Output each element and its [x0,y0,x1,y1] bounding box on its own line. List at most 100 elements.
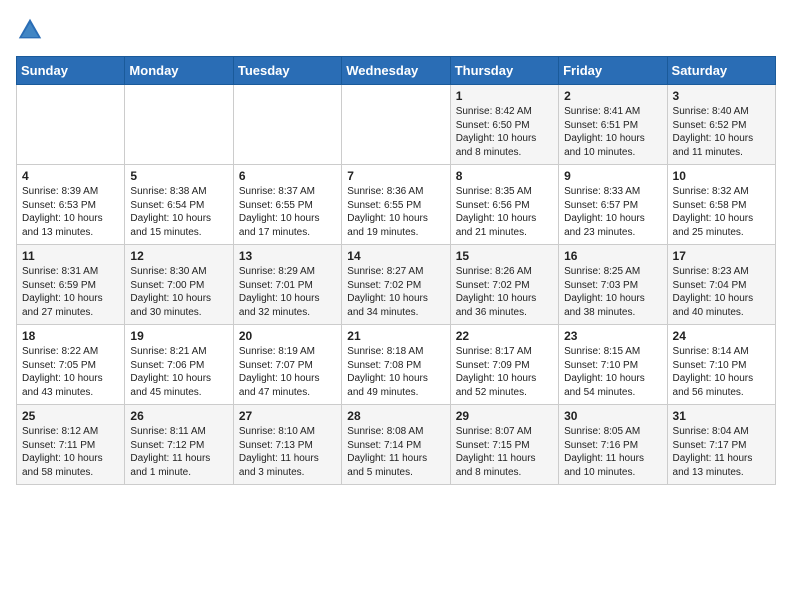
calendar-cell: 14 Sunrise: 8:27 AM Sunset: 7:02 PM Dayli… [342,245,450,325]
day-number: 17 [673,249,770,263]
cell-content: Sunrise: 8:23 AM Sunset: 7:04 PM Dayligh… [673,265,770,319]
cell-content: Sunrise: 8:30 AM Sunset: 7:00 PM Dayligh… [130,265,227,319]
day-number: 14 [347,249,444,263]
day-number: 28 [347,409,444,423]
cell-content: Sunrise: 8:18 AM Sunset: 7:08 PM Dayligh… [347,345,444,399]
weekday-header-monday: Monday [125,57,233,85]
calendar-cell [17,85,125,165]
day-number: 7 [347,169,444,183]
weekday-header-thursday: Thursday [450,57,558,85]
cell-content: Sunrise: 8:14 AM Sunset: 7:10 PM Dayligh… [673,345,770,399]
weekday-header-sunday: Sunday [17,57,125,85]
cell-content: Sunrise: 8:19 AM Sunset: 7:07 PM Dayligh… [239,345,336,399]
day-number: 16 [564,249,661,263]
calendar-cell: 18 Sunrise: 8:22 AM Sunset: 7:05 PM Dayli… [17,325,125,405]
cell-content: Sunrise: 8:39 AM Sunset: 6:53 PM Dayligh… [22,185,119,239]
calendar-week-3: 11 Sunrise: 8:31 AM Sunset: 6:59 PM Dayli… [17,245,776,325]
calendar-cell [233,85,341,165]
cell-content: Sunrise: 8:21 AM Sunset: 7:06 PM Dayligh… [130,345,227,399]
cell-content: Sunrise: 8:31 AM Sunset: 6:59 PM Dayligh… [22,265,119,319]
day-number: 4 [22,169,119,183]
calendar-cell: 16 Sunrise: 8:25 AM Sunset: 7:03 PM Dayli… [559,245,667,325]
logo [16,16,48,44]
calendar-cell: 3Sunrise: 8:40 AM Sunset: 6:52 PM Daylig… [667,85,775,165]
calendar-cell [342,85,450,165]
calendar-cell: 25 Sunrise: 8:12 AM Sunset: 7:11 PM Dayli… [17,405,125,485]
cell-content: Sunrise: 8:26 AM Sunset: 7:02 PM Dayligh… [456,265,553,319]
cell-content: Sunrise: 8:41 AM Sunset: 6:51 PM Dayligh… [564,105,661,159]
calendar-cell: 8 Sunrise: 8:35 AM Sunset: 6:56 PM Daylig… [450,165,558,245]
calendar-cell: 27 Sunrise: 8:10 AM Sunset: 7:13 PM Dayli… [233,405,341,485]
day-number: 25 [22,409,119,423]
day-number: 27 [239,409,336,423]
calendar-cell: 20 Sunrise: 8:19 AM Sunset: 7:07 PM Dayli… [233,325,341,405]
calendar-cell: 11 Sunrise: 8:31 AM Sunset: 6:59 PM Dayli… [17,245,125,325]
calendar-cell [125,85,233,165]
cell-content: Sunrise: 8:22 AM Sunset: 7:05 PM Dayligh… [22,345,119,399]
cell-content: Sunrise: 8:33 AM Sunset: 6:57 PM Dayligh… [564,185,661,239]
day-number: 30 [564,409,661,423]
day-number: 15 [456,249,553,263]
day-number: 24 [673,329,770,343]
page-header [16,16,776,44]
calendar-cell: 9Sunrise: 8:33 AM Sunset: 6:57 PM Daylig… [559,165,667,245]
day-number: 2 [564,89,661,103]
weekday-header-row: SundayMondayTuesdayWednesdayThursdayFrid… [17,57,776,85]
calendar-week-2: 4 Sunrise: 8:39 AM Sunset: 6:53 PM Daylig… [17,165,776,245]
calendar-cell: 15 Sunrise: 8:26 AM Sunset: 7:02 PM Dayli… [450,245,558,325]
day-number: 19 [130,329,227,343]
calendar-cell: 5 Sunrise: 8:38 AM Sunset: 6:54 PM Daylig… [125,165,233,245]
calendar-cell: 17 Sunrise: 8:23 AM Sunset: 7:04 PM Dayli… [667,245,775,325]
calendar-cell: 21 Sunrise: 8:18 AM Sunset: 7:08 PM Dayli… [342,325,450,405]
day-number: 22 [456,329,553,343]
calendar-cell: 4 Sunrise: 8:39 AM Sunset: 6:53 PM Daylig… [17,165,125,245]
cell-content: Sunrise: 8:10 AM Sunset: 7:13 PM Dayligh… [239,425,336,479]
calendar-cell: 30Sunrise: 8:05 AM Sunset: 7:16 PM Dayli… [559,405,667,485]
calendar-cell: 23 Sunrise: 8:15 AM Sunset: 7:10 PM Dayli… [559,325,667,405]
weekday-header-saturday: Saturday [667,57,775,85]
day-number: 8 [456,169,553,183]
calendar-cell: 2 Sunrise: 8:41 AM Sunset: 6:51 PM Daylig… [559,85,667,165]
day-number: 10 [673,169,770,183]
logo-icon [16,16,44,44]
cell-content: Sunrise: 8:35 AM Sunset: 6:56 PM Dayligh… [456,185,553,239]
cell-content: Sunrise: 8:11 AM Sunset: 7:12 PM Dayligh… [130,425,227,479]
day-number: 20 [239,329,336,343]
calendar-cell: 28Sunrise: 8:08 AM Sunset: 7:14 PM Dayli… [342,405,450,485]
cell-content: Sunrise: 8:38 AM Sunset: 6:54 PM Dayligh… [130,185,227,239]
calendar-cell: 6Sunrise: 8:37 AM Sunset: 6:55 PM Daylig… [233,165,341,245]
calendar-week-5: 25 Sunrise: 8:12 AM Sunset: 7:11 PM Dayli… [17,405,776,485]
day-number: 6 [239,169,336,183]
cell-content: Sunrise: 8:32 AM Sunset: 6:58 PM Dayligh… [673,185,770,239]
weekday-header-friday: Friday [559,57,667,85]
cell-content: Sunrise: 8:40 AM Sunset: 6:52 PM Dayligh… [673,105,770,159]
calendar-cell: 29Sunrise: 8:07 AM Sunset: 7:15 PM Dayli… [450,405,558,485]
cell-content: Sunrise: 8:36 AM Sunset: 6:55 PM Dayligh… [347,185,444,239]
cell-content: Sunrise: 8:25 AM Sunset: 7:03 PM Dayligh… [564,265,661,319]
day-number: 1 [456,89,553,103]
calendar-cell: 7 Sunrise: 8:36 AM Sunset: 6:55 PM Daylig… [342,165,450,245]
day-number: 11 [22,249,119,263]
day-number: 13 [239,249,336,263]
cell-content: Sunrise: 8:17 AM Sunset: 7:09 PM Dayligh… [456,345,553,399]
weekday-header-tuesday: Tuesday [233,57,341,85]
calendar-body: 1 Sunrise: 8:42 AM Sunset: 6:50 PM Daylig… [17,85,776,485]
cell-content: Sunrise: 8:42 AM Sunset: 6:50 PM Dayligh… [456,105,553,159]
cell-content: Sunrise: 8:07 AM Sunset: 7:15 PM Dayligh… [456,425,553,479]
weekday-header-wednesday: Wednesday [342,57,450,85]
calendar-cell: 26Sunrise: 8:11 AM Sunset: 7:12 PM Dayli… [125,405,233,485]
calendar-cell: 10 Sunrise: 8:32 AM Sunset: 6:58 PM Dayli… [667,165,775,245]
calendar-cell: 19 Sunrise: 8:21 AM Sunset: 7:06 PM Dayli… [125,325,233,405]
calendar-cell: 12Sunrise: 8:30 AM Sunset: 7:00 PM Dayli… [125,245,233,325]
day-number: 18 [22,329,119,343]
cell-content: Sunrise: 8:12 AM Sunset: 7:11 PM Dayligh… [22,425,119,479]
cell-content: Sunrise: 8:15 AM Sunset: 7:10 PM Dayligh… [564,345,661,399]
day-number: 21 [347,329,444,343]
cell-content: Sunrise: 8:29 AM Sunset: 7:01 PM Dayligh… [239,265,336,319]
day-number: 23 [564,329,661,343]
day-number: 31 [673,409,770,423]
calendar-cell: 31Sunrise: 8:04 AM Sunset: 7:17 PM Dayli… [667,405,775,485]
calendar-cell: 22 Sunrise: 8:17 AM Sunset: 7:09 PM Dayli… [450,325,558,405]
cell-content: Sunrise: 8:27 AM Sunset: 7:02 PM Dayligh… [347,265,444,319]
day-number: 5 [130,169,227,183]
